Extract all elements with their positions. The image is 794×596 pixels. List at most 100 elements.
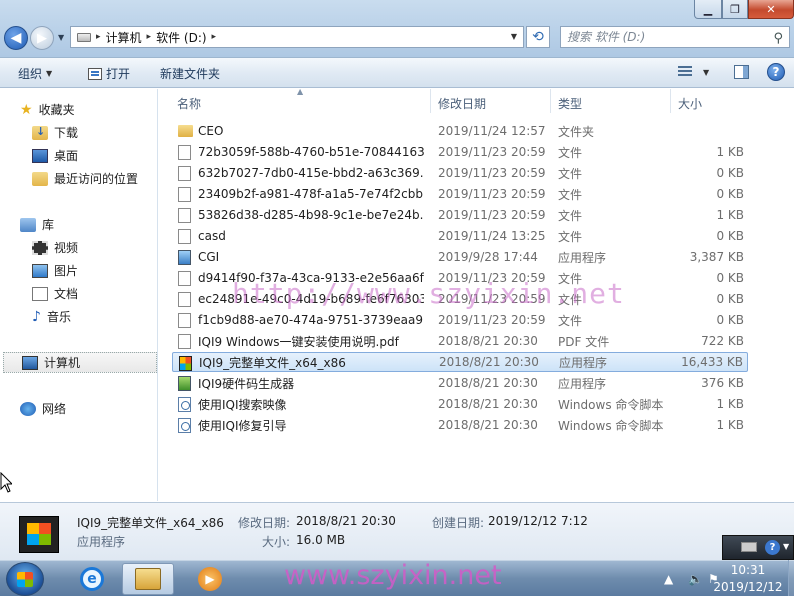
file-size: 0 KB bbox=[716, 271, 744, 285]
file-date: 2018/8/21 20:30 bbox=[438, 397, 538, 411]
address-bar[interactable]: ▸ 计算机 ▸ 软件 (D:) ▸ ▼ bbox=[70, 26, 524, 48]
column-name[interactable]: 名称 bbox=[177, 95, 201, 112]
file-size: 722 KB bbox=[701, 334, 744, 348]
column-divider[interactable] bbox=[550, 89, 551, 113]
nav-videos[interactable]: 视频 bbox=[32, 239, 78, 256]
help-icon[interactable]: ? bbox=[765, 540, 780, 555]
forward-button[interactable]: ▶ bbox=[30, 26, 54, 50]
file-date: 2019/11/23 20:59 bbox=[438, 208, 546, 222]
file-icon bbox=[178, 166, 191, 181]
show-hidden-icons-button[interactable]: ▲ bbox=[664, 572, 673, 586]
file-date: 2019/11/24 13:25 bbox=[438, 229, 546, 243]
nav-computer[interactable]: 计算机 bbox=[3, 352, 157, 373]
language-bar[interactable]: ? ▼ bbox=[722, 535, 794, 560]
show-desktop-button[interactable] bbox=[788, 560, 794, 596]
downloads-folder-icon bbox=[32, 125, 48, 140]
file-name: 53826d38-d285-4b98-9c1e-be7e24b... bbox=[198, 208, 424, 222]
breadcrumb-separator[interactable]: ▸ bbox=[96, 32, 101, 42]
taskbar-media-player[interactable]: ▶ bbox=[184, 563, 236, 595]
maximize-button[interactable]: ❐ bbox=[722, 0, 748, 19]
breadcrumb-separator[interactable]: ▸ bbox=[147, 32, 152, 42]
script-icon bbox=[178, 418, 191, 433]
nav-music[interactable]: ♪ 音乐 bbox=[32, 308, 71, 325]
search-icon[interactable]: ⚲ bbox=[773, 29, 783, 49]
file-row[interactable]: 72b3059f-588b-4760-b51e-70844163... 2019/… bbox=[172, 142, 748, 162]
file-name: 72b3059f-588b-4760-b51e-70844163... bbox=[198, 145, 424, 159]
address-history-dropdown[interactable]: ▼ bbox=[511, 32, 517, 41]
open-button[interactable]: 打开 bbox=[88, 65, 130, 82]
media-player-icon: ▶ bbox=[198, 567, 222, 591]
details-size-label: 大小: bbox=[262, 535, 291, 549]
file-type: 文件 bbox=[558, 229, 583, 244]
file-row[interactable]: 23409b2f-a981-478f-a1a5-7e74f2cbb... 2019… bbox=[172, 184, 748, 204]
search-input[interactable]: 搜索 软件 (D:) ⚲ bbox=[560, 26, 790, 48]
recent-places-icon bbox=[32, 171, 48, 186]
help-icon[interactable]: ? bbox=[767, 63, 785, 81]
nav-label: 库 bbox=[42, 218, 55, 232]
file-icon bbox=[178, 229, 191, 244]
recent-pages-dropdown[interactable]: ▼ bbox=[58, 33, 64, 42]
file-size: 1 KB bbox=[716, 397, 744, 411]
nav-downloads[interactable]: 下载 bbox=[32, 124, 78, 141]
file-row[interactable]: 使用IQI修复引导 2018/8/21 20:30 Windows 命令脚本 1 KB bbox=[172, 415, 748, 435]
back-button[interactable]: ◀ bbox=[4, 26, 28, 50]
refresh-button[interactable]: ⟲ bbox=[526, 26, 550, 48]
clock[interactable]: 10:31 2019/12/12 bbox=[710, 562, 786, 596]
taskbar-windows-explorer[interactable] bbox=[122, 563, 174, 595]
window-controls: ▁ ❐ ✕ bbox=[694, 0, 794, 19]
keyboard-icon[interactable] bbox=[741, 542, 757, 552]
column-divider[interactable] bbox=[430, 89, 431, 113]
new-folder-button[interactable]: 新建文件夹 bbox=[160, 65, 220, 82]
column-date[interactable]: 修改日期 bbox=[438, 95, 486, 112]
nav-network[interactable]: 网络 bbox=[20, 400, 66, 417]
file-row[interactable]: IQI9 Windows一键安装使用说明.pdf 2018/8/21 20:30 P… bbox=[172, 331, 748, 351]
application-icon bbox=[178, 376, 191, 391]
file-row[interactable]: CGI 2019/9/28 17:44 应用程序 3,387 KB bbox=[172, 247, 748, 267]
chevron-down-icon[interactable]: ▼ bbox=[783, 542, 789, 551]
close-button[interactable]: ✕ bbox=[748, 0, 794, 19]
minimize-button[interactable]: ▁ bbox=[694, 0, 722, 19]
file-row[interactable]: IQI9硬件码生成器 2018/8/21 20:30 应用程序 376 KB bbox=[172, 373, 748, 393]
file-row[interactable]: CEO 2019/11/24 12:57 文件夹 bbox=[172, 121, 748, 141]
nav-desktop[interactable]: 桌面 bbox=[32, 147, 78, 164]
file-row[interactable]: casd 2019/11/24 13:25 文件 0 KB bbox=[172, 226, 748, 246]
breadcrumb-computer[interactable]: 计算机 bbox=[106, 29, 142, 46]
file-row[interactable]: IQI9_完整单文件_x64_x86 2018/8/21 20:30 应用程序 16,… bbox=[172, 352, 748, 372]
file-date: 2019/11/24 12:57 bbox=[438, 124, 546, 138]
nav-libraries[interactable]: 库 bbox=[20, 216, 54, 233]
file-row[interactable]: f1cb9d88-ae70-474a-9751-3739eaa9... 2019/… bbox=[172, 310, 748, 330]
breadcrumb-drive-d[interactable]: 软件 (D:) bbox=[156, 29, 206, 46]
start-button[interactable] bbox=[6, 562, 44, 596]
taskbar-internet-explorer[interactable]: e bbox=[66, 563, 118, 595]
column-type[interactable]: 类型 bbox=[558, 95, 582, 112]
preview-pane-icon[interactable] bbox=[734, 65, 749, 79]
nav-label: 收藏夹 bbox=[38, 103, 75, 117]
details-created-label: 创建日期: bbox=[432, 516, 485, 530]
file-type: PDF 文件 bbox=[558, 334, 610, 349]
application-icon bbox=[178, 250, 191, 265]
file-name: f1cb9d88-ae70-474a-9751-3739eaa9... bbox=[198, 313, 424, 327]
breadcrumb-separator[interactable]: ▸ bbox=[212, 32, 217, 42]
file-type: 应用程序 bbox=[558, 250, 607, 265]
file-type: 文件 bbox=[558, 145, 583, 160]
change-view-icon[interactable] bbox=[678, 66, 692, 78]
nav-recent-places[interactable]: 最近访问的位置 bbox=[32, 170, 138, 187]
script-icon bbox=[178, 397, 191, 412]
column-size[interactable]: 大小 bbox=[678, 95, 702, 112]
organize-button[interactable]: 组织 ▼ bbox=[18, 65, 52, 82]
file-date: 2018/8/21 20:30 bbox=[438, 376, 538, 390]
file-name: IQI9_完整单文件_x64_x86 bbox=[199, 355, 346, 370]
file-row[interactable]: 使用IQI搜索映像 2018/8/21 20:30 Windows 命令脚本 1 KB bbox=[172, 394, 748, 414]
file-type: 文件夹 bbox=[558, 124, 595, 139]
file-row[interactable]: 53826d38-d285-4b98-9c1e-be7e24b... 2019/1… bbox=[172, 205, 748, 225]
volume-icon[interactable]: 🔈 bbox=[688, 572, 703, 586]
view-options-dropdown[interactable]: ▼ bbox=[703, 68, 709, 77]
file-type: 文件 bbox=[558, 166, 583, 181]
nav-label: 视频 bbox=[54, 241, 79, 255]
nav-favorites[interactable]: ★ 收藏夹 bbox=[20, 101, 75, 118]
nav-documents[interactable]: 文档 bbox=[32, 285, 78, 302]
column-divider[interactable] bbox=[670, 89, 671, 113]
details-modified-label: 修改日期: bbox=[238, 516, 291, 530]
nav-pictures[interactable]: 图片 bbox=[32, 262, 78, 279]
file-row[interactable]: 632b7027-7db0-415e-bbd2-a63c369... 2019/1… bbox=[172, 163, 748, 183]
